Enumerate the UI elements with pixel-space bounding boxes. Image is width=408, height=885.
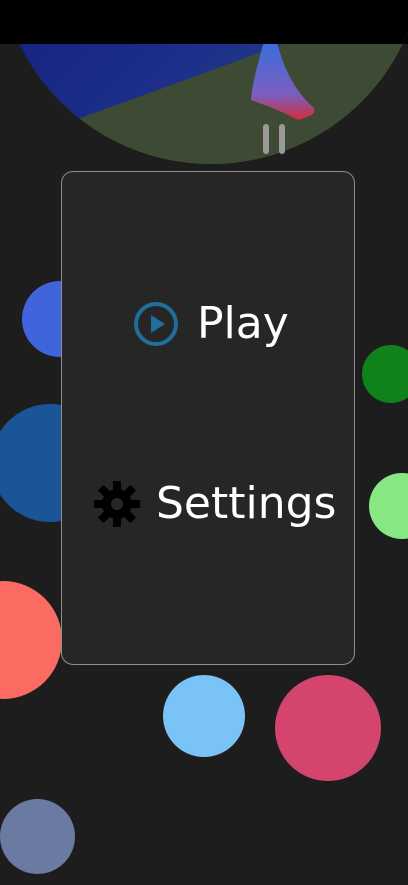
- play-button[interactable]: Play: [132, 296, 289, 352]
- scene-border-top: [0, 0, 408, 44]
- game-screen: Play Settings: [0, 0, 408, 885]
- ball-slate: [0, 799, 75, 874]
- settings-label: Settings: [156, 478, 337, 529]
- play-circle-icon: [132, 300, 180, 348]
- ball-sky-blue: [163, 675, 245, 757]
- ball-raspberry: [275, 675, 381, 781]
- ball-light-green: [369, 473, 408, 539]
- main-menu-panel: [61, 171, 355, 665]
- ball-salmon: [0, 581, 62, 699]
- pause-icon: [258, 120, 294, 160]
- ball-dark-green: [362, 345, 408, 403]
- settings-button[interactable]: Settings: [92, 476, 336, 532]
- game-scene: [0, 0, 408, 164]
- gear-icon: [92, 479, 142, 529]
- play-label: Play: [197, 298, 289, 349]
- pause-button[interactable]: [258, 120, 294, 160]
